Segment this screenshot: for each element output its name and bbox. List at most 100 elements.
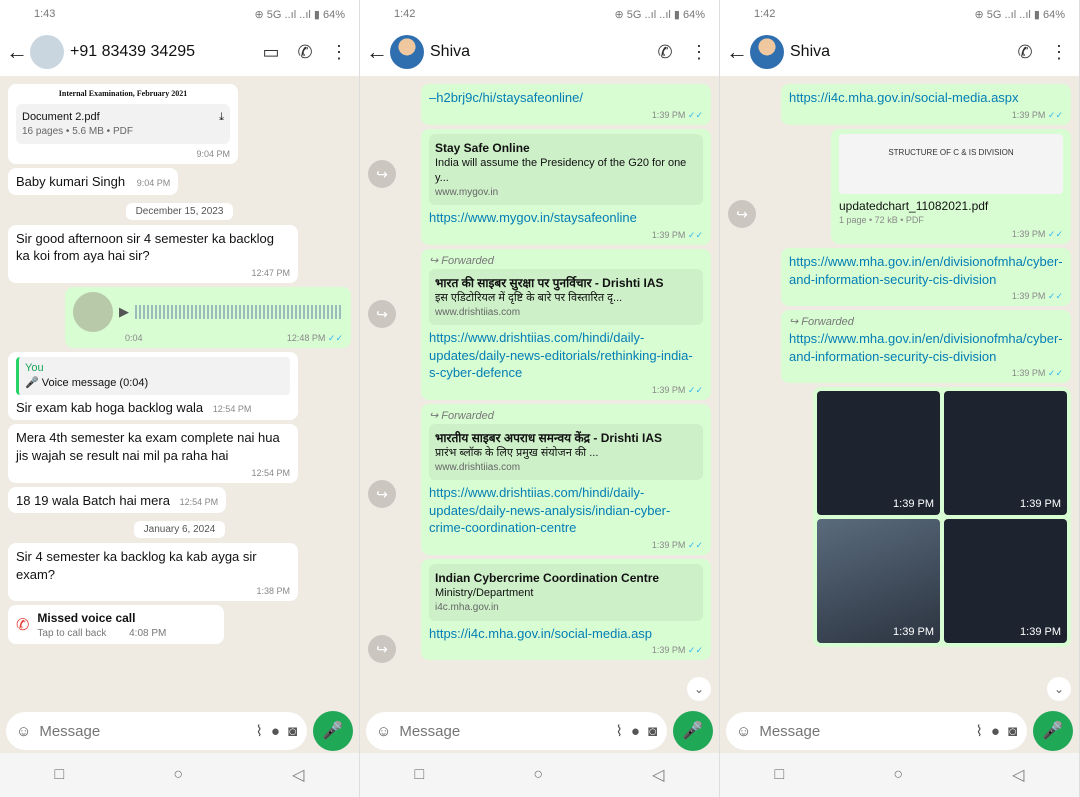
message-link[interactable]: https://i4c.mha.gov.in/social-media.asp <box>429 625 703 643</box>
attach-icon[interactable]: ⌇ <box>616 722 623 740</box>
document-message[interactable]: Internal Examination, February 2021 Docu… <box>8 84 238 165</box>
message-bubble[interactable]: Indian Cybercrime Coordination Centre Mi… <box>421 559 711 661</box>
message-bubble[interactable]: Mera 4th semester ka exam complete nai h… <box>8 424 298 483</box>
quoted-message[interactable]: You 🎤 Voice message (0:04) <box>16 357 290 395</box>
message-link[interactable]: https://www.drishtiias.com/hindi/daily-u… <box>429 329 703 382</box>
camera-icon[interactable]: ◙ <box>1008 723 1017 740</box>
more-icon[interactable]: ⋮ <box>1045 42 1073 63</box>
image-thumbnail[interactable]: 1:39 PM <box>817 391 940 516</box>
scroll-down-icon[interactable]: ⌄ <box>1047 677 1071 701</box>
message-bubble[interactable]: ↪ Forwarded भारतीय साइबर अपराध समन्वय के… <box>421 403 711 556</box>
emoji-icon[interactable]: ☺ <box>16 723 31 740</box>
message-bubble[interactable]: –h2brj9c/hi/staysafeonline/ 1:39 PM ✓✓ <box>421 84 711 125</box>
contact-name[interactable]: Shiva <box>430 43 645 61</box>
message-bubble[interactable]: You 🎤 Voice message (0:04) Sir exam kab … <box>8 352 298 421</box>
message-bubble[interactable]: Baby kumari Singh 9:04 PM <box>8 168 179 195</box>
image-thumbnail[interactable]: 1:39 PM <box>944 519 1067 644</box>
message-bubble[interactable]: 18 19 wala Batch hai mera 12:54 PM <box>8 486 227 514</box>
payment-icon[interactable]: ● <box>991 723 1000 740</box>
message-link[interactable]: https://www.mygov.in/staysafeonline <box>429 209 703 227</box>
message-bubble[interactable]: ↪ Forwarded https://www.mha.gov.in/en/di… <box>781 310 1071 384</box>
video-icon[interactable]: ▭ <box>257 42 285 63</box>
missed-call-message[interactable]: ✆ Missed voice call Tap to call back 4:0… <box>8 605 224 645</box>
document-message[interactable]: STRUCTURE OF C & IS DIVISION updatedchar… <box>831 128 1071 245</box>
message-bubble[interactable]: https://i4c.mha.gov.in/social-media.aspx… <box>781 84 1071 125</box>
share-icon[interactable]: ↪ <box>368 160 396 188</box>
avatar[interactable] <box>30 35 64 69</box>
message-bubble[interactable]: Sir good afternoon sir 4 semester ka bac… <box>8 224 298 284</box>
doc-name: updatedchart_11082021.pdf <box>839 198 989 213</box>
message-input[interactable] <box>399 722 608 740</box>
attach-icon[interactable]: ⌇ <box>256 722 263 740</box>
message-bubble[interactable]: https://www.mha.gov.in/en/divisionofmha/… <box>781 248 1071 307</box>
voice-message[interactable]: ▶ 0:04 12:48 PM ✓✓ <box>65 287 351 349</box>
link-preview[interactable]: भारतीय साइबर अपराध समन्वय केंद्र - Drish… <box>429 423 703 481</box>
home-icon[interactable]: ○ <box>893 766 903 784</box>
link-preview[interactable]: भारत की साइबर सुरक्षा पर पुनर्विचार - Dr… <box>429 268 703 326</box>
image-album[interactable]: 1:39 PM 1:39 PM 1:39 PM 1:39 PM <box>813 387 1071 648</box>
avatar[interactable] <box>750 35 784 69</box>
add-call-icon[interactable]: ✆ <box>1011 42 1039 63</box>
back-nav-icon[interactable]: ◁ <box>292 765 304 785</box>
preview-desc: इस एडिटोरियल में दृष्टि के बारे पर विस्त… <box>435 291 623 304</box>
share-icon[interactable]: ↪ <box>368 635 396 663</box>
message-link[interactable]: https://www.mha.gov.in/en/divisionofmha/… <box>789 253 1063 288</box>
chat-panel-3: 1:42 ⊕ 5G ..ıl ..ıl ▮ 64% ← Shiva ✆ ⋮ ht… <box>720 0 1080 797</box>
message-time: 1:39 PM <box>1011 291 1046 302</box>
scroll-down-icon[interactable]: ⌄ <box>687 677 711 701</box>
emoji-icon[interactable]: ☺ <box>736 723 751 740</box>
pdf-thumbnail[interactable]: STRUCTURE OF C & IS DIVISION <box>839 133 1063 194</box>
message-row: Stay Safe Online India will assume the P… <box>400 128 711 245</box>
message-row: Sir 4 semester ka backlog ka kab ayga si… <box>8 543 351 602</box>
waveform[interactable] <box>135 305 343 320</box>
back-arrow-icon[interactable]: ← <box>6 39 28 65</box>
phone-icon[interactable]: ✆ <box>291 42 319 63</box>
back-arrow-icon[interactable]: ← <box>366 39 388 65</box>
emoji-icon[interactable]: ☺ <box>376 723 391 740</box>
message-input[interactable] <box>39 722 248 740</box>
message-link[interactable]: https://i4c.mha.gov.in/social-media.aspx <box>789 89 1063 107</box>
payment-icon[interactable]: ● <box>631 723 640 740</box>
payment-icon[interactable]: ● <box>271 723 280 740</box>
more-icon[interactable]: ⋮ <box>325 42 353 63</box>
link-preview[interactable]: Indian Cybercrime Coordination Centre Mi… <box>429 564 703 621</box>
message-bubble[interactable]: ↪ Forwarded भारत की साइबर सुरक्षा पर पुन… <box>421 248 711 400</box>
share-icon[interactable]: ↪ <box>368 480 396 508</box>
back-nav-icon[interactable]: ◁ <box>1012 765 1024 785</box>
message-link[interactable]: https://www.drishtiias.com/hindi/daily-u… <box>429 484 703 537</box>
avatar[interactable] <box>390 35 424 69</box>
message-link[interactable]: https://www.mha.gov.in/en/divisionofmha/… <box>789 330 1063 365</box>
message-bubble[interactable]: Stay Safe Online India will assume the P… <box>421 128 711 245</box>
recents-icon[interactable]: □ <box>415 766 425 784</box>
home-icon[interactable]: ○ <box>533 766 543 784</box>
camera-icon[interactable]: ◙ <box>648 723 657 740</box>
back-nav-icon[interactable]: ◁ <box>652 765 664 785</box>
mic-button[interactable]: 🎤 <box>673 711 713 751</box>
share-icon[interactable]: ↪ <box>368 300 396 328</box>
more-icon[interactable]: ⋮ <box>685 42 713 63</box>
home-icon[interactable]: ○ <box>173 766 183 784</box>
mic-button[interactable]: 🎤 <box>1033 711 1073 751</box>
contact-name[interactable]: Shiva <box>790 43 1005 61</box>
recents-icon[interactable]: □ <box>55 766 65 784</box>
contact-name[interactable]: +91 83439 34295 <box>70 43 251 61</box>
quote-text: Voice message (0:04) <box>41 377 149 390</box>
chat-header: ← Shiva ✆ ⋮ <box>720 28 1079 76</box>
image-thumbnail[interactable]: 1:39 PM <box>817 519 940 644</box>
download-icon[interactable]: ⤓ <box>219 110 224 125</box>
message-time: 9:04 PM <box>136 178 171 189</box>
link-preview[interactable]: Stay Safe Online India will assume the P… <box>429 133 703 206</box>
back-arrow-icon[interactable]: ← <box>726 39 748 65</box>
share-icon[interactable]: ↪ <box>728 200 756 228</box>
image-thumbnail[interactable]: 1:39 PM <box>944 391 1067 516</box>
mic-button[interactable]: 🎤 <box>313 711 353 751</box>
attach-icon[interactable]: ⌇ <box>976 722 983 740</box>
recents-icon[interactable]: □ <box>775 766 785 784</box>
play-icon[interactable]: ▶ <box>119 303 129 321</box>
message-bubble[interactable]: Sir 4 semester ka backlog ka kab ayga si… <box>8 543 298 602</box>
message-link[interactable]: –h2brj9c/hi/staysafeonline/ <box>429 89 703 107</box>
message-input[interactable] <box>759 722 968 740</box>
message-row: Mera 4th semester ka exam complete nai h… <box>8 424 351 483</box>
camera-icon[interactable]: ◙ <box>288 723 297 740</box>
add-call-icon[interactable]: ✆ <box>651 42 679 63</box>
